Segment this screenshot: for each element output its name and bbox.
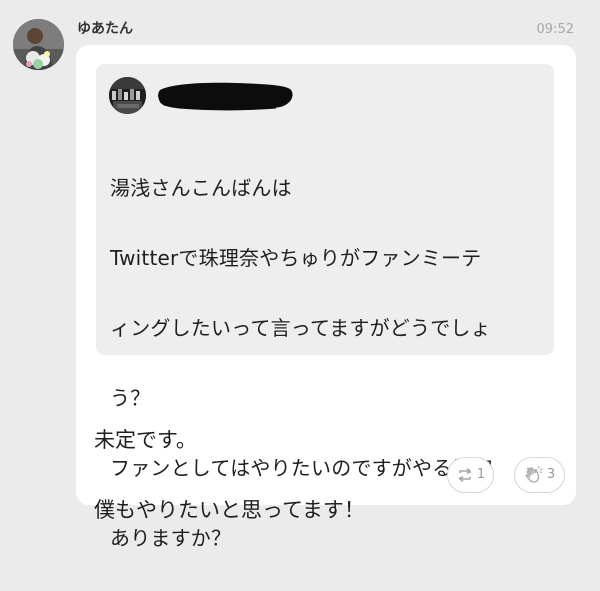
reply-line: 未定です。	[94, 428, 197, 452]
question-line: 湯浅さんこんばんは	[110, 176, 292, 200]
reply-line: 僕もやりたいと思ってます！	[94, 498, 365, 522]
question-line: Twitterで珠理奈やちゅりがファンミーテ	[110, 246, 482, 270]
retweet-button[interactable]: 1	[447, 457, 494, 493]
clap-button[interactable]: 3	[514, 457, 565, 493]
questioner-avatar	[109, 77, 146, 114]
clap-icon	[525, 466, 543, 483]
message-timestamp: 09:52	[536, 22, 574, 37]
question-line: ィングしたいって言ってますがどうでしょ	[110, 316, 491, 340]
quoted-question: 湯浅さんこんばんは Twitterで珠理奈やちゅりがファンミーテ ィングしたいっ…	[96, 64, 554, 550]
retweet-icon	[459, 468, 471, 482]
clap-count: 3	[546, 467, 556, 482]
message-card: 湯浅さんこんばんは Twitterで珠理奈やちゅりがファンミーテ ィングしたいっ…	[76, 45, 576, 550]
sender-name[interactable]: ゆあたん	[77, 19, 133, 39]
sender-avatar[interactable]	[13, 19, 64, 70]
redacted-username	[158, 82, 293, 111]
retweet-count: 1	[476, 467, 486, 482]
